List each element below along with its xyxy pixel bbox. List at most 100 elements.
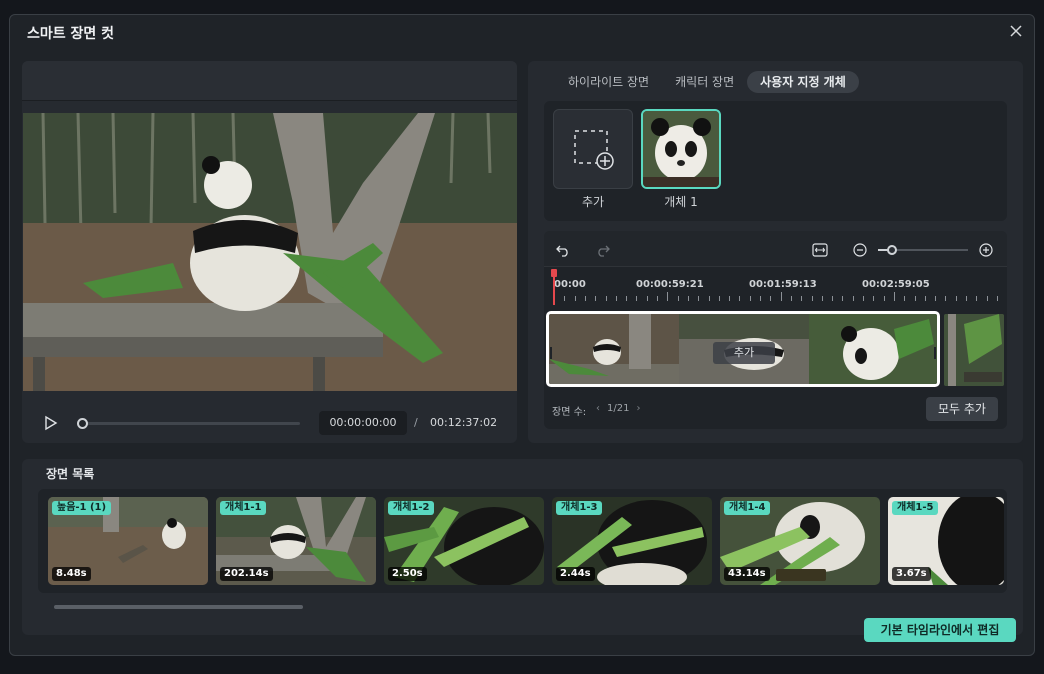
ruler-tick xyxy=(883,296,885,301)
ruler-tick xyxy=(914,296,916,301)
zoom-slider[interactable] xyxy=(878,245,968,255)
ruler-label: 00:01:59:13 xyxy=(749,279,817,290)
ruler-tick xyxy=(852,296,854,301)
zoom-handle[interactable] xyxy=(886,245,897,255)
edit-in-main-timeline-button[interactable]: 기본 타임라인에서 편집 xyxy=(864,618,1016,642)
scene-tag: 개체1-5 xyxy=(892,501,939,515)
add-all-button[interactable]: 모두 추가 xyxy=(926,397,998,421)
tab-highlight-scenes[interactable]: 하이라이트 장면 xyxy=(555,71,662,93)
scene-thumbnail-row: 높음-1 (1) 8.48s 개체1-1 202.14s 개체1-2 2.50s… xyxy=(38,489,1007,593)
ruler-tick xyxy=(708,296,710,301)
scene-thumbnail[interactable]: 높음-1 (1) 8.48s xyxy=(48,497,208,585)
add-object-label: 추가 xyxy=(581,195,605,209)
clip-left-handle[interactable] xyxy=(550,347,552,359)
ruler-tick xyxy=(863,296,864,301)
previous-scene-icon[interactable]: ‹ xyxy=(596,403,600,414)
ruler-tick xyxy=(842,296,844,301)
scene-thumbnail[interactable]: 개체1-5 3.67s xyxy=(888,497,1004,585)
tab-character-scenes[interactable]: 캐릭터 장면 xyxy=(662,71,747,93)
scene-type-tabs: 하이라이트 장면 캐릭터 장면 사용자 지정 개체 xyxy=(555,71,859,93)
next-scene-icon[interactable]: › xyxy=(636,403,640,414)
playhead-cap[interactable] xyxy=(551,269,557,277)
timeline-next-clip[interactable] xyxy=(944,314,1004,386)
undo-icon[interactable] xyxy=(556,242,570,257)
ruler-tick xyxy=(945,296,947,301)
add-selection-icon xyxy=(574,130,614,170)
time-ruler[interactable]: 00:00 00:00:59:21 00:01:59:13 00:02:59:0… xyxy=(544,275,1007,301)
scene-duration: 202.14s xyxy=(220,567,273,581)
ruler-tick xyxy=(636,296,638,301)
object-1-thumbnail[interactable] xyxy=(641,109,721,189)
ruler-tick xyxy=(729,296,731,301)
preview-toolbar xyxy=(22,61,517,101)
smart-scene-cut-dialog: 스마트 장면 컷 00:00:00:00 / 00:12:37:02 하이라이트… xyxy=(9,14,1035,656)
ruler-tick xyxy=(996,296,998,301)
ruler-tick xyxy=(605,296,607,301)
ruler-tick xyxy=(801,296,803,301)
ruler-tick xyxy=(626,296,628,301)
scene-duration: 43.14s xyxy=(724,567,770,581)
object-1-label: 개체 1 xyxy=(664,195,698,209)
playback-controls: 00:00:00:00 / 00:12:37:02 xyxy=(22,401,517,443)
time-separator: / xyxy=(414,416,418,429)
ruler-tick xyxy=(904,296,906,301)
ruler-tick xyxy=(595,296,597,301)
seek-bar[interactable] xyxy=(77,418,300,429)
ruler-tick xyxy=(584,296,586,301)
ruler-tick xyxy=(574,296,576,301)
video-frame xyxy=(23,113,517,391)
scrollbar-thumb[interactable] xyxy=(54,605,303,609)
scene-count-label: 장면 수: xyxy=(552,407,587,418)
ruler-label: 00:00 xyxy=(554,279,586,290)
scene-thumbnail[interactable]: 개체1-3 2.44s xyxy=(552,497,712,585)
close-icon[interactable] xyxy=(1008,23,1024,39)
scene-duration: 2.50s xyxy=(388,567,427,581)
timeline-clip-strip[interactable]: 추가 xyxy=(546,311,940,387)
scene-thumbnail[interactable]: 개체1-4 43.14s xyxy=(720,497,880,585)
seek-handle[interactable] xyxy=(77,418,88,429)
ruler-tick xyxy=(924,296,926,301)
scene-thumbnail[interactable]: 개체1-2 2.50s xyxy=(384,497,544,585)
ruler-tick xyxy=(564,296,566,301)
ruler-tick xyxy=(976,296,978,301)
ruler-tick xyxy=(811,296,813,301)
ruler-tick xyxy=(832,296,834,301)
scene-navigator: ‹ 1/21 › xyxy=(596,403,640,414)
scene-thumbnail[interactable]: 개체1-1 202.14s xyxy=(216,497,376,585)
scene-duration: 2.44s xyxy=(556,567,595,581)
redo-icon[interactable] xyxy=(596,242,610,257)
scene-tag: 개체1-4 xyxy=(724,501,771,515)
clip-add-button[interactable]: 추가 xyxy=(713,342,775,364)
clip-right-handle[interactable] xyxy=(934,347,936,359)
ruler-tick xyxy=(780,292,782,301)
zoom-out-icon[interactable] xyxy=(853,242,867,257)
ruler-tick xyxy=(698,296,700,301)
tab-custom-objects[interactable]: 사용자 지정 개체 xyxy=(747,71,859,93)
ruler-tick xyxy=(718,296,720,301)
zoom-in-icon[interactable] xyxy=(979,242,993,257)
play-icon[interactable] xyxy=(43,415,59,431)
add-object-button[interactable] xyxy=(553,109,633,189)
custom-objects-area: 추가 개체 1 xyxy=(544,101,1007,221)
scene-tag: 개체1-2 xyxy=(388,501,435,515)
ruler-tick xyxy=(739,296,741,301)
ruler-tick xyxy=(986,296,988,301)
scene-list-panel: 장면 목록 높음-1 (1) 8.48s 개체1-1 202.14s 개체1-2… xyxy=(22,459,1023,642)
total-time: 00:12:37:02 xyxy=(430,416,498,429)
ruler-tick xyxy=(955,296,957,301)
dialog-title: 스마트 장면 컷 xyxy=(27,26,115,42)
detection-panel: 하이라이트 장면 캐릭터 장면 사용자 지정 개체 추가 개체 1 00:00 … xyxy=(528,61,1023,443)
scene-list-scrollbar[interactable] xyxy=(38,605,1007,609)
timeline-toolbar xyxy=(544,231,1007,267)
ruler-tick xyxy=(687,296,689,301)
ruler-tick xyxy=(749,296,751,301)
ruler-tick xyxy=(657,296,658,301)
ruler-tick xyxy=(821,296,823,301)
ruler-tick xyxy=(615,296,617,301)
fit-width-icon[interactable] xyxy=(812,242,828,257)
current-time: 00:00:00:00 xyxy=(319,411,407,435)
scene-tag: 개체1-3 xyxy=(556,501,603,515)
scene-index: 1/21 xyxy=(607,403,630,414)
scene-duration: 8.48s xyxy=(52,567,91,581)
ruler-tick xyxy=(873,296,875,301)
